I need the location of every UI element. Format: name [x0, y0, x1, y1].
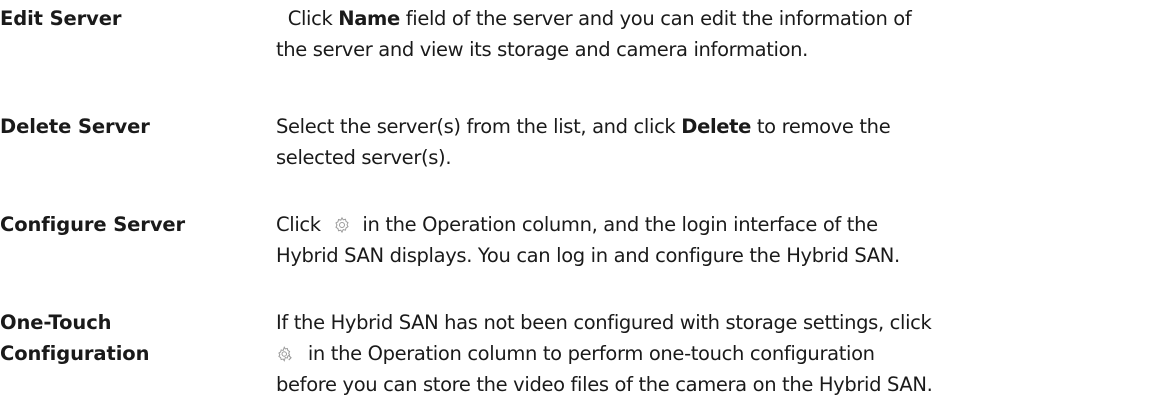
- desc-line: Select the server(s) from the list, and …: [276, 115, 891, 138]
- desc-line: in the Operation column to perform one-t…: [276, 338, 1146, 369]
- desc-delete-server: Select the server(s) from the list, and …: [276, 111, 1146, 173]
- term-one-touch-configuration: One-Touch Configuration: [0, 307, 230, 369]
- desc-edit-server: Click Name field of the server and you c…: [276, 3, 1146, 65]
- desc-line: Click in the Operation column, and the l…: [276, 212, 878, 236]
- term-edit-server: Edit Server: [0, 7, 122, 30]
- term-configure-server: Configure Server: [0, 213, 186, 236]
- desc-line: selected server(s).: [276, 146, 452, 169]
- desc-line: If the Hybrid SAN has not been configure…: [276, 311, 932, 334]
- desc-line: before you can store the video files of …: [276, 373, 933, 396]
- desc-configure-server: Click in the Operation column, and the l…: [276, 209, 1146, 271]
- term-delete-server: Delete Server: [0, 115, 150, 138]
- desc-line: Click Name field of the server and you c…: [276, 7, 912, 30]
- desc-line: Hybrid SAN displays. You can log in and …: [276, 244, 900, 267]
- term-line: Configuration: [0, 342, 150, 365]
- desc-one-touch-configuration: If the Hybrid SAN has not been configure…: [276, 307, 1146, 400]
- gear-icon[interactable]: [327, 212, 357, 234]
- one-touch-config-icon[interactable]: [276, 341, 302, 362]
- desc-line: the server and view its storage and came…: [276, 38, 809, 61]
- term-line: One-Touch: [0, 311, 112, 334]
